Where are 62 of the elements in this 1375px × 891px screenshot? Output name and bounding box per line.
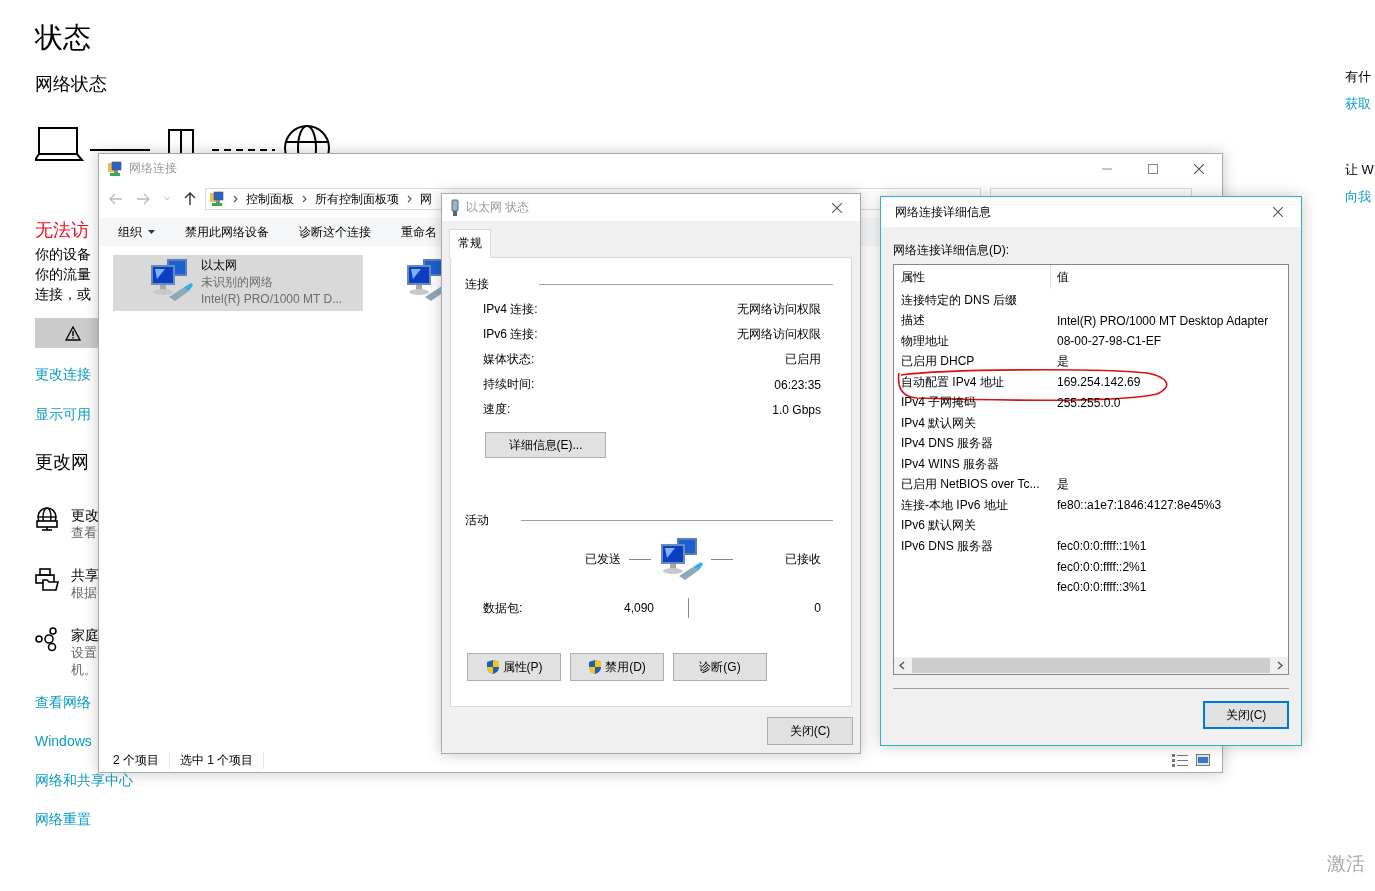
window-title: 以太网 状态 bbox=[466, 199, 530, 216]
option-description: 机。 bbox=[71, 661, 98, 678]
property-cell-text: IPv6 DNS 服务器 bbox=[900, 537, 994, 555]
property-cell-text: IPv6 默认网关 bbox=[900, 517, 978, 535]
property-cell-text: IPv4 DNS 服务器 bbox=[900, 435, 994, 453]
property-cell-text: 物理地址 bbox=[900, 332, 950, 350]
field-value: 4,090 bbox=[622, 601, 654, 615]
property-cell-text: 已启用 DHCP bbox=[900, 353, 976, 371]
field-value: 无网络访问权限 bbox=[737, 326, 821, 343]
property-cell-text: 连接-本地 IPv6 地址 bbox=[900, 496, 1009, 514]
value-cell: 169.254.142.69 bbox=[1057, 375, 1141, 390]
page-title: 状态 bbox=[35, 21, 91, 55]
value-cell: 是 bbox=[1057, 476, 1069, 494]
connection-status: 未识别的网络 bbox=[201, 274, 274, 291]
field-value: 无网络访问权限 bbox=[737, 301, 821, 318]
value-cell: fe80::a1e7:1846:4127:8e45%3 bbox=[1057, 498, 1222, 513]
property-cell-text: 描述 bbox=[900, 312, 926, 330]
value-cell: fec0:0:0:ffff::3%1 bbox=[1057, 580, 1147, 595]
connection-name: 以太网 bbox=[201, 257, 238, 274]
option-description: 设置 bbox=[71, 644, 98, 661]
window-title: 网络连接 bbox=[129, 160, 177, 177]
field-label: 数据包: bbox=[483, 599, 524, 617]
received-label: 已接收 bbox=[785, 550, 821, 568]
status-text: 2 个项目 bbox=[113, 751, 170, 769]
description-text: 连接，或 bbox=[35, 285, 91, 304]
field-label: 速度: bbox=[483, 401, 511, 418]
field-label: IPv6 连接: bbox=[483, 326, 538, 343]
field-label: 媒体状态: bbox=[483, 351, 535, 368]
section-title: 网络状态 bbox=[35, 73, 107, 96]
property-cell-text: 已启用 NetBIOS over Tc... bbox=[900, 476, 1041, 494]
option-description: 查看 bbox=[71, 524, 98, 541]
field-label: IPv4 连接: bbox=[483, 301, 538, 318]
description-text: 你的流量 bbox=[35, 265, 91, 284]
value-cell: 255.255.0.0 bbox=[1057, 395, 1121, 410]
value-cell: 08-00-27-98-C1-EF bbox=[1057, 334, 1162, 349]
field-label: 持续时间: bbox=[483, 376, 535, 393]
list-label: 网络连接详细信息(D): bbox=[893, 242, 1010, 258]
field-value: 已启用 bbox=[785, 351, 821, 368]
field-value: 06:23:35 bbox=[774, 377, 821, 392]
status-text: 选中 1 个项目 bbox=[180, 751, 265, 769]
device-name: Intel(R) PRO/1000 MT D... bbox=[201, 291, 343, 308]
field-value: 1.0 Gbps bbox=[772, 402, 821, 417]
value-cell: fec0:0:0:ffff::1%1 bbox=[1057, 539, 1147, 554]
help-heading: 让 W bbox=[1345, 161, 1374, 179]
property-cell-text: 自动配置 IPv4 地址 bbox=[900, 373, 1005, 391]
value-cell: fec0:0:0:ffff::2%1 bbox=[1057, 559, 1147, 574]
property-cell-text: IPv4 WINS 服务器 bbox=[900, 455, 1000, 473]
option-description: 根据 bbox=[71, 584, 98, 601]
value-cell: 是 bbox=[1057, 353, 1069, 371]
group-label: 活动 bbox=[465, 512, 489, 529]
section-heading: 更改网 bbox=[35, 451, 89, 474]
activation-text: 激活 bbox=[1327, 852, 1365, 876]
alert-title: 无法访 bbox=[35, 219, 89, 242]
group-label: 连接 bbox=[465, 276, 489, 293]
property-cell-text: 连接特定的 DNS 后缀 bbox=[900, 291, 1018, 309]
value-cell: Intel(R) PRO/1000 MT Desktop Adapter bbox=[1057, 313, 1269, 328]
property-cell-text: IPv4 默认网关 bbox=[900, 414, 978, 432]
window-title: 网络连接详细信息 bbox=[895, 203, 991, 221]
field-value: 0 bbox=[813, 601, 821, 615]
sent-label: 已发送 bbox=[585, 550, 621, 568]
description-text: 你的设备 bbox=[35, 245, 91, 264]
help-heading: 有什 bbox=[1345, 68, 1371, 86]
